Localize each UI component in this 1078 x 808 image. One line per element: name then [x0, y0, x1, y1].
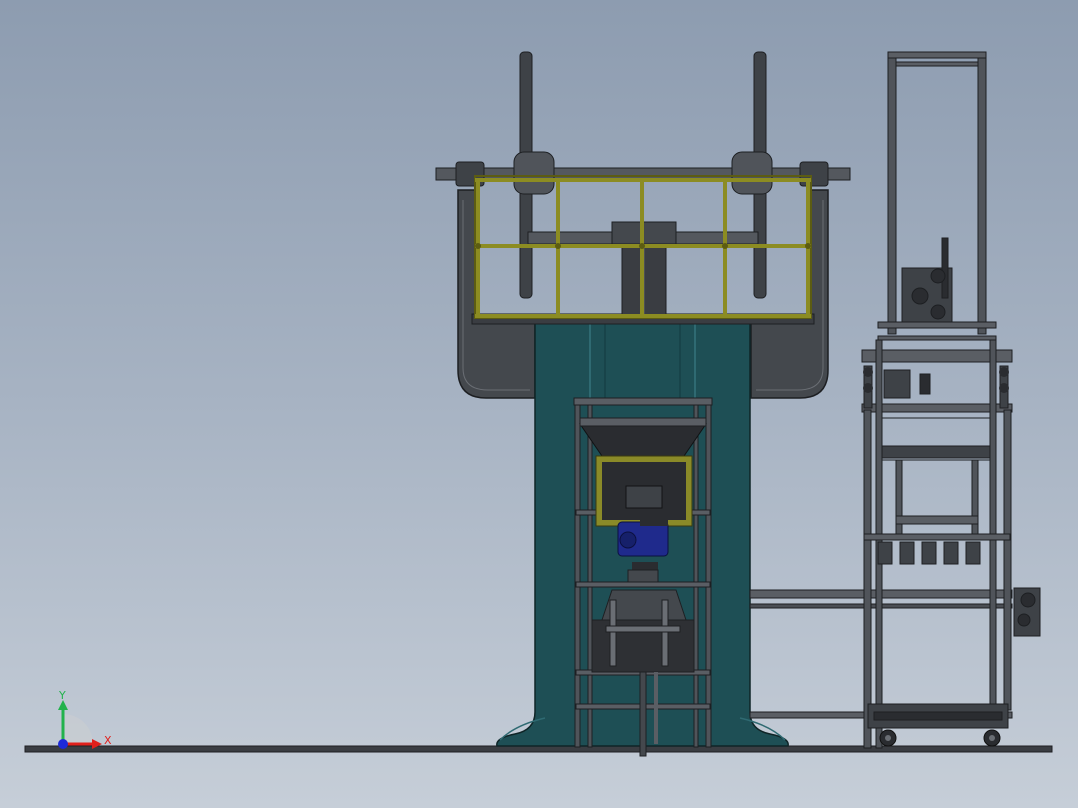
3d-model-viewport[interactable]: Y X: [0, 0, 1078, 808]
floor-plate: [24, 745, 1053, 753]
y-axis-label: Y: [58, 689, 66, 702]
coordinate-triad: Y X: [58, 689, 112, 749]
hydraulic-press[interactable]: [435, 51, 851, 757]
castor-wheel-left: [879, 729, 897, 747]
castor-wheel-right: [983, 729, 1001, 747]
x-axis-label: X: [104, 734, 112, 747]
feed-hopper: [579, 417, 707, 527]
z-axis-dot: [58, 739, 68, 749]
frame-cart[interactable]: [861, 51, 1041, 749]
